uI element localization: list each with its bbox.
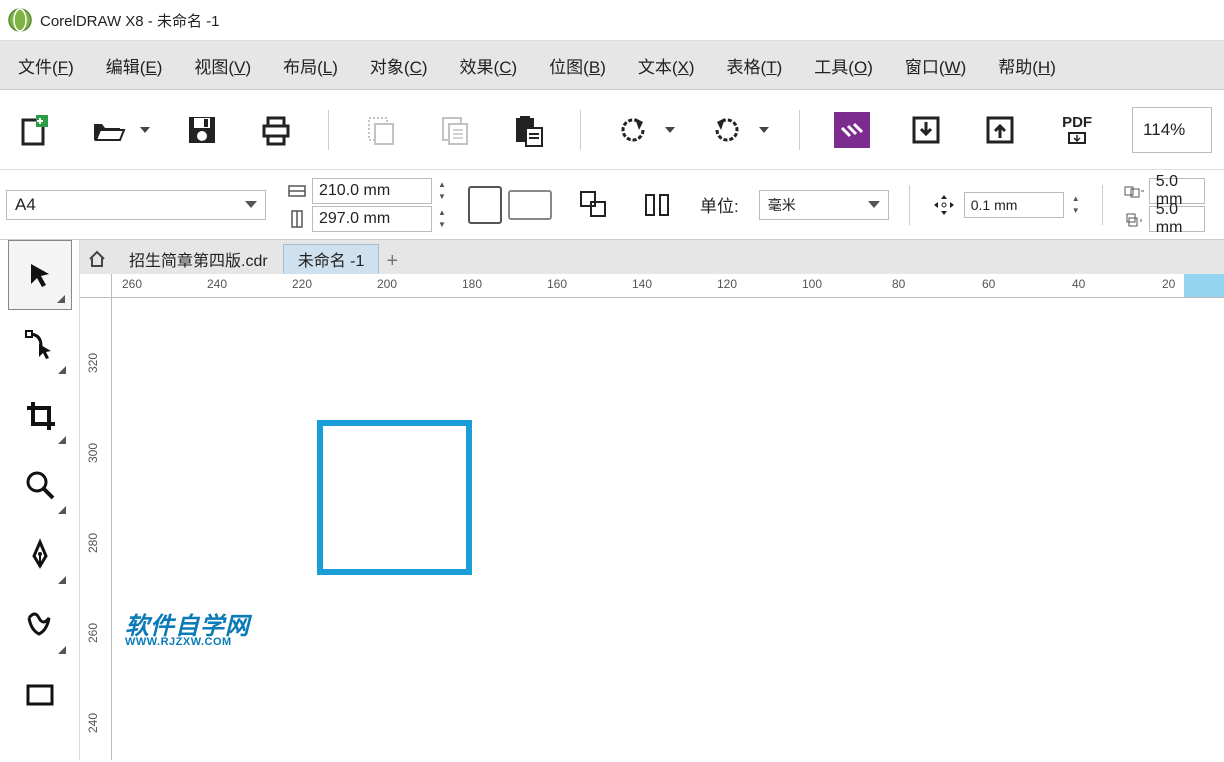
guide-indicator (1184, 274, 1224, 297)
rectangle-tool[interactable] (8, 660, 72, 730)
document-tabs: 招生简章第四版.cdr 未命名 -1 + (80, 240, 1224, 274)
save-button[interactable] (180, 108, 224, 152)
menu-text[interactable]: 文本(X) (638, 53, 695, 78)
spinner-up[interactable]: ▲ (436, 179, 448, 191)
crop-tool[interactable] (8, 380, 72, 450)
dup-x-icon (1123, 180, 1145, 202)
drawn-rectangle[interactable] (317, 420, 472, 575)
nudge-icon (930, 191, 958, 219)
zoom-input[interactable]: 114% (1132, 107, 1212, 153)
page-size-select[interactable]: A4 (6, 190, 266, 220)
watermark-url: WWW.RJZXW.COM (125, 636, 232, 648)
open-file-button[interactable] (86, 108, 130, 152)
export-button[interactable] (978, 108, 1022, 152)
canvas[interactable]: 软件自学网 WWW.RJZXW.COM (112, 298, 1224, 760)
zoom-tool[interactable] (8, 450, 72, 520)
chevron-down-icon (868, 201, 880, 208)
snap-button[interactable] (830, 108, 874, 152)
titlebar: CorelDRAW X8 - 未命名 -1 (0, 0, 1224, 40)
title-text: CorelDRAW X8 - 未命名 -1 (40, 10, 220, 31)
dup-y-icon (1123, 208, 1145, 230)
menu-tools[interactable]: 工具(O) (814, 53, 873, 78)
redo-button[interactable] (705, 108, 749, 152)
chevron-down-icon[interactable] (759, 127, 769, 133)
spinner-up[interactable]: ▲ (1070, 193, 1082, 205)
add-tab-button[interactable]: + (379, 248, 405, 274)
menu-table[interactable]: 表格(T) (727, 53, 783, 78)
menubar: 文件(F) 编辑(E) 视图(V) 布局(L) 对象(C) 效果(C) 位图(B… (0, 40, 1224, 90)
toolbox (0, 240, 80, 760)
page-width-input[interactable]: 210.0 mm (312, 178, 432, 204)
menu-view[interactable]: 视图(V) (194, 53, 251, 78)
menu-effects[interactable]: 效果(C) (460, 53, 518, 78)
portrait-button[interactable] (468, 186, 502, 224)
tab-file2[interactable]: 未命名 -1 (283, 244, 380, 274)
document-area: 招生简章第四版.cdr 未命名 -1 + 260 240 220 200 180… (80, 240, 1224, 760)
print-button[interactable] (254, 108, 298, 152)
height-icon (286, 208, 308, 230)
ruler-horizontal[interactable]: 260 240 220 200 180 160 140 120 100 80 6… (80, 274, 1224, 298)
menu-bitmap[interactable]: 位图(B) (549, 53, 606, 78)
page-height-input[interactable]: 297.0 mm (312, 206, 432, 232)
menu-layout[interactable]: 布局(L) (283, 53, 338, 78)
freehand-tool[interactable] (8, 590, 72, 660)
redo-group[interactable] (705, 108, 769, 152)
main-area: 招生简章第四版.cdr 未命名 -1 + 260 240 220 200 180… (0, 240, 1224, 760)
chevron-down-icon[interactable] (665, 127, 675, 133)
app-logo-icon (8, 8, 32, 32)
page-bg-button[interactable] (572, 183, 616, 227)
shape-tool[interactable] (8, 310, 72, 380)
pen-tool[interactable] (8, 520, 72, 590)
nudge-input[interactable]: 0.1 mm (964, 192, 1064, 218)
property-bar: A4 210.0 mm ▲▼ 297.0 mm ▲▼ 单位: 毫米 0.1 mm… (0, 170, 1224, 240)
ruler-origin[interactable] (80, 274, 112, 297)
dup-y-input[interactable]: 5.0 mm (1149, 206, 1205, 232)
undo-button[interactable] (611, 108, 655, 152)
import-button[interactable] (904, 108, 948, 152)
unit-label: 单位: (700, 192, 739, 217)
spinner-up[interactable]: ▲ (436, 207, 448, 219)
menu-object[interactable]: 对象(C) (370, 53, 428, 78)
new-file-button[interactable] (12, 108, 56, 152)
tab-file1[interactable]: 招生简章第四版.cdr (114, 244, 283, 274)
spinner-down[interactable]: ▼ (436, 219, 448, 231)
pick-tool[interactable] (8, 240, 72, 310)
unit-select[interactable]: 毫米 (759, 190, 889, 220)
landscape-button[interactable] (508, 190, 552, 220)
menu-edit[interactable]: 编辑(E) (106, 53, 163, 78)
chevron-down-icon (245, 201, 257, 208)
standard-toolbar: PDF 114% (0, 90, 1224, 170)
menu-help[interactable]: 帮助(H) (998, 53, 1056, 78)
ruler-vertical[interactable]: 320 300 280 260 240 (80, 298, 112, 760)
cut-button (359, 108, 403, 152)
paste-button[interactable] (507, 108, 551, 152)
spinner-down[interactable]: ▼ (1070, 205, 1082, 217)
width-icon (286, 180, 308, 202)
publish-pdf-button[interactable]: PDF (1052, 108, 1102, 152)
menu-window[interactable]: 窗口(W) (905, 53, 966, 78)
open-file-group[interactable] (86, 108, 150, 152)
undo-group[interactable] (611, 108, 675, 152)
home-tab[interactable] (80, 244, 114, 274)
spinner-down[interactable]: ▼ (436, 191, 448, 203)
copy-button (433, 108, 477, 152)
menu-file[interactable]: 文件(F) (18, 53, 74, 78)
chevron-down-icon[interactable] (140, 127, 150, 133)
page-options-button[interactable] (636, 183, 680, 227)
